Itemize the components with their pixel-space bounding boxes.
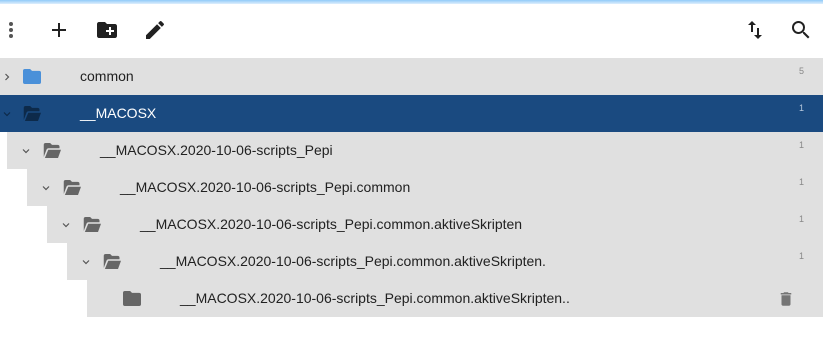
- folder-open-icon: [62, 169, 82, 206]
- folder-icon: [22, 58, 42, 95]
- chevron-right-icon[interactable]: [0, 58, 14, 95]
- item-count: 1: [798, 177, 804, 187]
- sort-icon[interactable]: [737, 4, 773, 56]
- item-count: 1: [798, 140, 804, 150]
- chevron-down-icon[interactable]: [59, 206, 73, 243]
- search-icon[interactable]: [783, 4, 819, 56]
- tree-row-aktiveskripten-leaf[interactable]: __MACOSX.2020-10-06-scripts_Pepi.common.…: [87, 280, 823, 317]
- chevron-down-icon[interactable]: [0, 95, 14, 132]
- folder-open-icon: [22, 95, 42, 132]
- edit-icon[interactable]: [137, 4, 173, 56]
- item-count: 1: [798, 103, 804, 113]
- tree-row-label: __MACOSX: [80, 105, 157, 121]
- item-count: 1: [798, 251, 804, 261]
- folder-open-icon: [42, 132, 62, 169]
- more-vert-icon[interactable]: [0, 4, 29, 56]
- tree-row-label: __MACOSX.2020-10-06-scripts_Pepi.common.…: [140, 216, 523, 232]
- chevron-down-icon[interactable]: [39, 169, 53, 206]
- tree-row-aktiveskripten[interactable]: __MACOSX.2020-10-06-scripts_Pepi.common.…: [47, 206, 823, 243]
- tree-row-label: __MACOSX.2020-10-06-scripts_Pepi.common.…: [160, 253, 546, 269]
- tree-row-macosx-scripts-pepi[interactable]: __MACOSX.2020-10-06-scripts_Pepi 1: [7, 132, 823, 169]
- folder-icon: [122, 280, 142, 317]
- tree-row-macosx-scripts-pepi-common[interactable]: __MACOSX.2020-10-06-scripts_Pepi.common …: [27, 169, 823, 206]
- item-count: 5: [798, 66, 804, 76]
- chevron-down-icon[interactable]: [19, 132, 33, 169]
- tree-row-label: __MACOSX.2020-10-06-scripts_Pepi.common: [120, 179, 411, 195]
- tree-row-label: common: [80, 68, 134, 84]
- chevron-down-icon[interactable]: [79, 243, 93, 280]
- tree-row-common[interactable]: common 5: [0, 58, 823, 95]
- item-count: 1: [798, 214, 804, 224]
- create-folder-icon[interactable]: [89, 4, 125, 56]
- folder-open-icon: [102, 243, 122, 280]
- folder-open-icon: [82, 206, 102, 243]
- tree-row-label: __MACOSX.2020-10-06-scripts_Pepi.common.…: [180, 290, 570, 306]
- tree-row-label: __MACOSX.2020-10-06-scripts_Pepi: [100, 142, 333, 158]
- tree-row-aktiveskripten-sub[interactable]: __MACOSX.2020-10-06-scripts_Pepi.common.…: [67, 243, 823, 280]
- delete-icon[interactable]: [777, 280, 795, 317]
- add-icon[interactable]: [41, 4, 77, 56]
- toolbar: [0, 4, 823, 56]
- tree-row-macosx[interactable]: __MACOSX 1: [0, 95, 823, 132]
